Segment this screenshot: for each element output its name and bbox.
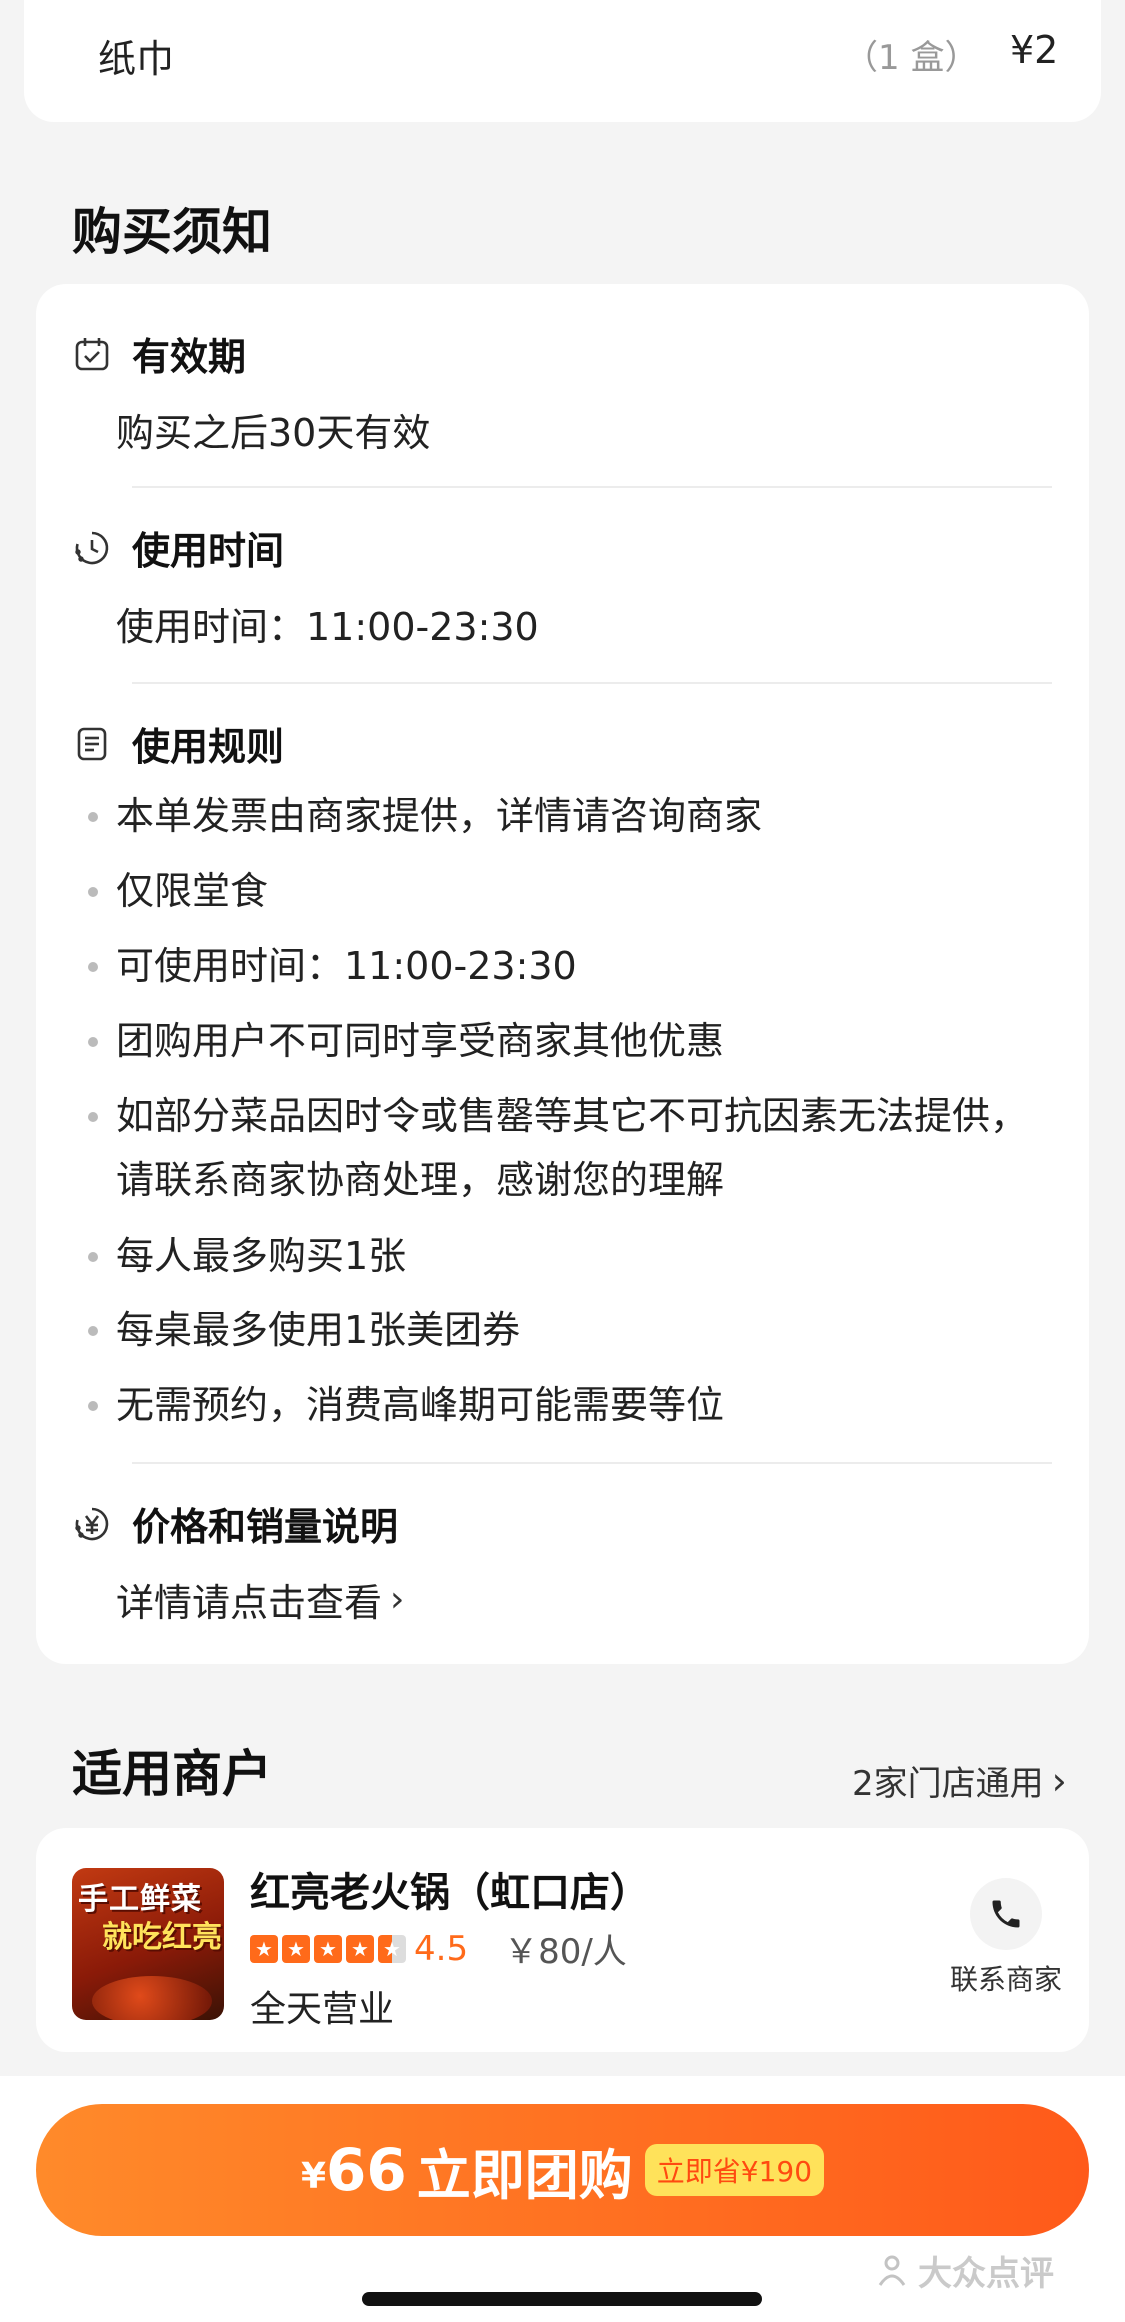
merchant-name[interactable]: 红亮老火锅（虹口店） bbox=[250, 1860, 650, 1918]
merchant-rating: ★ ★ ★ ★ ★ 4.5 ￥80/人 bbox=[250, 1924, 627, 1973]
merchant-thumbnail[interactable]: 手工鲜菜 就吃红亮 bbox=[72, 1868, 224, 2020]
rules-header: 使用规则 bbox=[72, 716, 284, 771]
usage-time-text: 使用时间：11:00-23:30 bbox=[116, 605, 539, 649]
chevron-right-icon: › bbox=[390, 1579, 405, 1620]
bottom-bar: ¥ 66 立即团购 立即省¥190 大众点评 bbox=[0, 2076, 1125, 2322]
validity-text: 购买之后30天有效 bbox=[116, 411, 431, 455]
divider bbox=[132, 682, 1052, 684]
merchant-card[interactable]: 手工鲜菜 就吃红亮 红亮老火锅（虹口店） ★ ★ ★ ★ ★ 4.5 ￥80/人… bbox=[36, 1828, 1089, 2052]
item-name: 纸巾 bbox=[98, 37, 175, 81]
rule-item: 每人最多购买1张 bbox=[84, 1224, 1064, 1288]
star-icon: ★ bbox=[314, 1934, 342, 1963]
phone-icon[interactable] bbox=[970, 1878, 1042, 1950]
home-indicator bbox=[362, 2292, 762, 2306]
buy-label: 立即团购 bbox=[416, 2143, 633, 2207]
rule-item: 每桌最多使用1张美团券 bbox=[84, 1298, 1064, 1362]
order-item-card: 纸巾 （1 盒） ¥2 bbox=[24, 0, 1101, 122]
merchant-score: 4.5 bbox=[414, 1928, 469, 1969]
star-icon: ★ bbox=[250, 1934, 278, 1963]
validity-title: 有效期 bbox=[132, 335, 247, 379]
notice-section-title: 购买须知 bbox=[72, 203, 272, 261]
rules-title: 使用规则 bbox=[132, 725, 285, 769]
price-info-link[interactable]: 详情请点击查看 › bbox=[116, 1572, 404, 1627]
chevron-right-icon: › bbox=[1051, 1758, 1067, 1803]
half-star-icon: ★ bbox=[378, 1934, 406, 1963]
merchant-hours: 全天营业 bbox=[250, 1989, 395, 2030]
price-info-header: 价格和销量说明 bbox=[72, 1496, 398, 1551]
purchase-notice-card: 有效期 购买之后30天有效 使用时间 使用时间：11:00-23:30 使用规则… bbox=[36, 284, 1089, 1664]
item-quantity: （1 盒） bbox=[844, 38, 979, 78]
price-info-title: 价格和销量说明 bbox=[132, 1505, 399, 1549]
yen-circle-icon bbox=[72, 1504, 112, 1544]
buy-price: 66 bbox=[326, 2136, 407, 2204]
rule-item: 如部分菜品因时令或售罄等其它不可抗因素无法提供，请联系商家协商处理，感谢您的理解 bbox=[84, 1084, 1064, 1212]
divider bbox=[132, 486, 1052, 488]
rule-item: 可使用时间：11:00-23:30 bbox=[84, 934, 1064, 998]
rule-item: 无需预约，消费高峰期可能需要等位 bbox=[84, 1373, 1064, 1437]
merchants-section-title: 适用商户 bbox=[72, 1745, 272, 1803]
all-stores-link[interactable]: 2家门店通用 › bbox=[852, 1756, 1067, 1805]
star-icon: ★ bbox=[282, 1934, 310, 1963]
validity-header: 有效期 bbox=[72, 326, 246, 381]
rule-item: 仅限堂食 bbox=[84, 859, 1064, 923]
buy-now-button[interactable]: ¥ 66 立即团购 立即省¥190 bbox=[36, 2104, 1089, 2236]
rule-item: 团购用户不可同时享受商家其他优惠 bbox=[84, 1009, 1064, 1073]
clock-icon bbox=[72, 528, 112, 568]
watermark: 大众点评 bbox=[872, 2246, 1054, 2295]
document-icon bbox=[72, 724, 112, 764]
divider bbox=[132, 1462, 1052, 1464]
star-icon: ★ bbox=[346, 1934, 374, 1963]
savings-badge: 立即省¥190 bbox=[644, 2144, 825, 2196]
usage-time-header: 使用时间 bbox=[72, 520, 284, 575]
contact-merchant-button[interactable]: 联系商家 bbox=[936, 1878, 1076, 1998]
merchant-avg-price: ￥80/人 bbox=[504, 1932, 627, 1972]
rule-item: 本单发票由商家提供，详情请咨询商家 bbox=[84, 784, 1064, 848]
dianping-logo-icon bbox=[878, 2255, 906, 2286]
usage-time-title: 使用时间 bbox=[132, 529, 285, 573]
calendar-icon bbox=[72, 334, 112, 374]
item-price: ¥2 bbox=[1010, 28, 1059, 72]
